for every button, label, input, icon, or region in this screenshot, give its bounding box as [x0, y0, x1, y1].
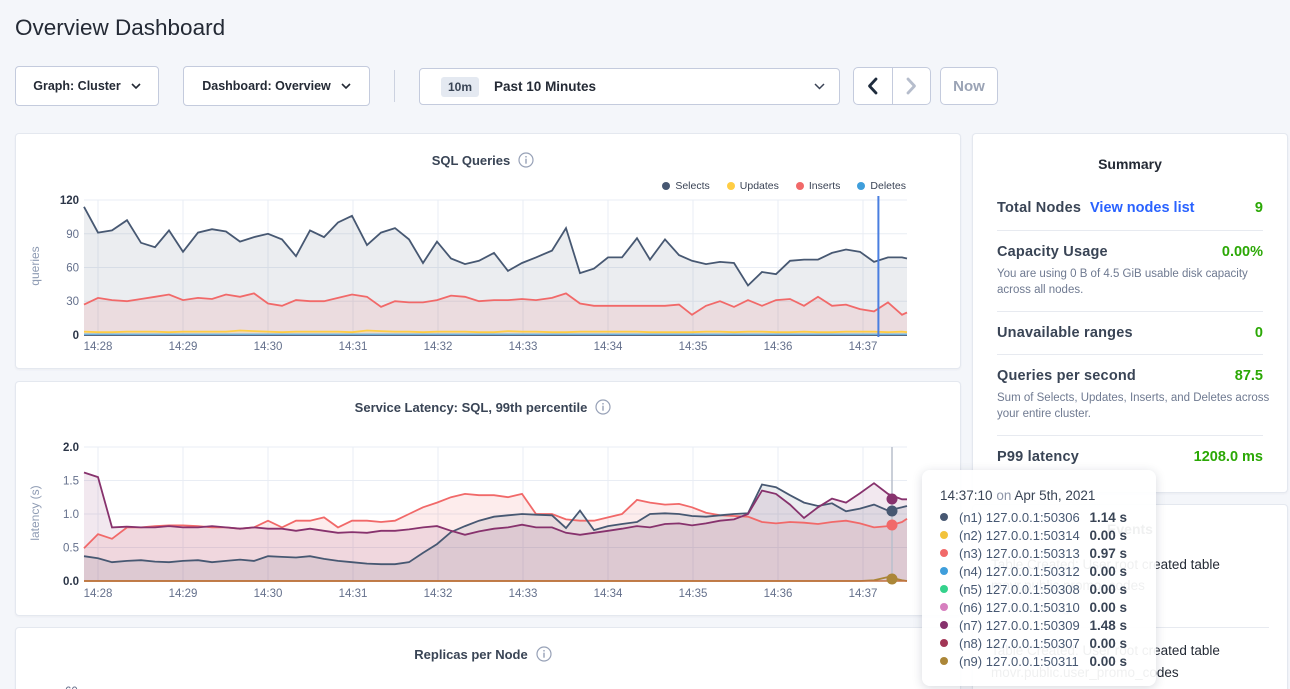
svg-text:1.5: 1.5	[63, 476, 79, 488]
svg-text:14:37: 14:37	[849, 588, 878, 600]
svg-text:14:28: 14:28	[84, 341, 113, 353]
svg-text:14:32: 14:32	[424, 341, 453, 353]
svg-text:14:32: 14:32	[424, 588, 453, 600]
svg-text:14:34: 14:34	[594, 588, 623, 600]
svg-text:14:36: 14:36	[764, 341, 793, 353]
svg-text:14:31: 14:31	[339, 588, 368, 600]
svg-text:2.0: 2.0	[63, 442, 79, 454]
svg-text:queries: queries	[28, 246, 42, 285]
svg-text:14:34: 14:34	[594, 341, 623, 353]
svg-text:14:30: 14:30	[254, 341, 283, 353]
svg-text:14:31: 14:31	[339, 341, 368, 353]
svg-text:1.0: 1.0	[63, 509, 79, 521]
svg-text:14:30: 14:30	[254, 588, 283, 600]
svg-text:14:36: 14:36	[764, 588, 793, 600]
svg-text:14:33: 14:33	[509, 341, 538, 353]
svg-text:30: 30	[66, 296, 79, 308]
svg-text:14:29: 14:29	[169, 588, 198, 600]
svg-text:14:37: 14:37	[849, 341, 878, 353]
svg-text:14:28: 14:28	[84, 588, 113, 600]
svg-text:0.0: 0.0	[63, 576, 79, 588]
svg-text:0: 0	[73, 330, 79, 342]
svg-text:14:29: 14:29	[169, 341, 198, 353]
svg-text:120: 120	[60, 195, 79, 207]
svg-text:14:35: 14:35	[679, 341, 708, 353]
svg-text:14:33: 14:33	[509, 588, 538, 600]
svg-text:90: 90	[66, 229, 79, 241]
svg-text:0.5: 0.5	[63, 543, 79, 555]
svg-text:60: 60	[66, 263, 79, 275]
svg-text:latency (s): latency (s)	[28, 485, 42, 540]
svg-text:14:35: 14:35	[679, 588, 708, 600]
